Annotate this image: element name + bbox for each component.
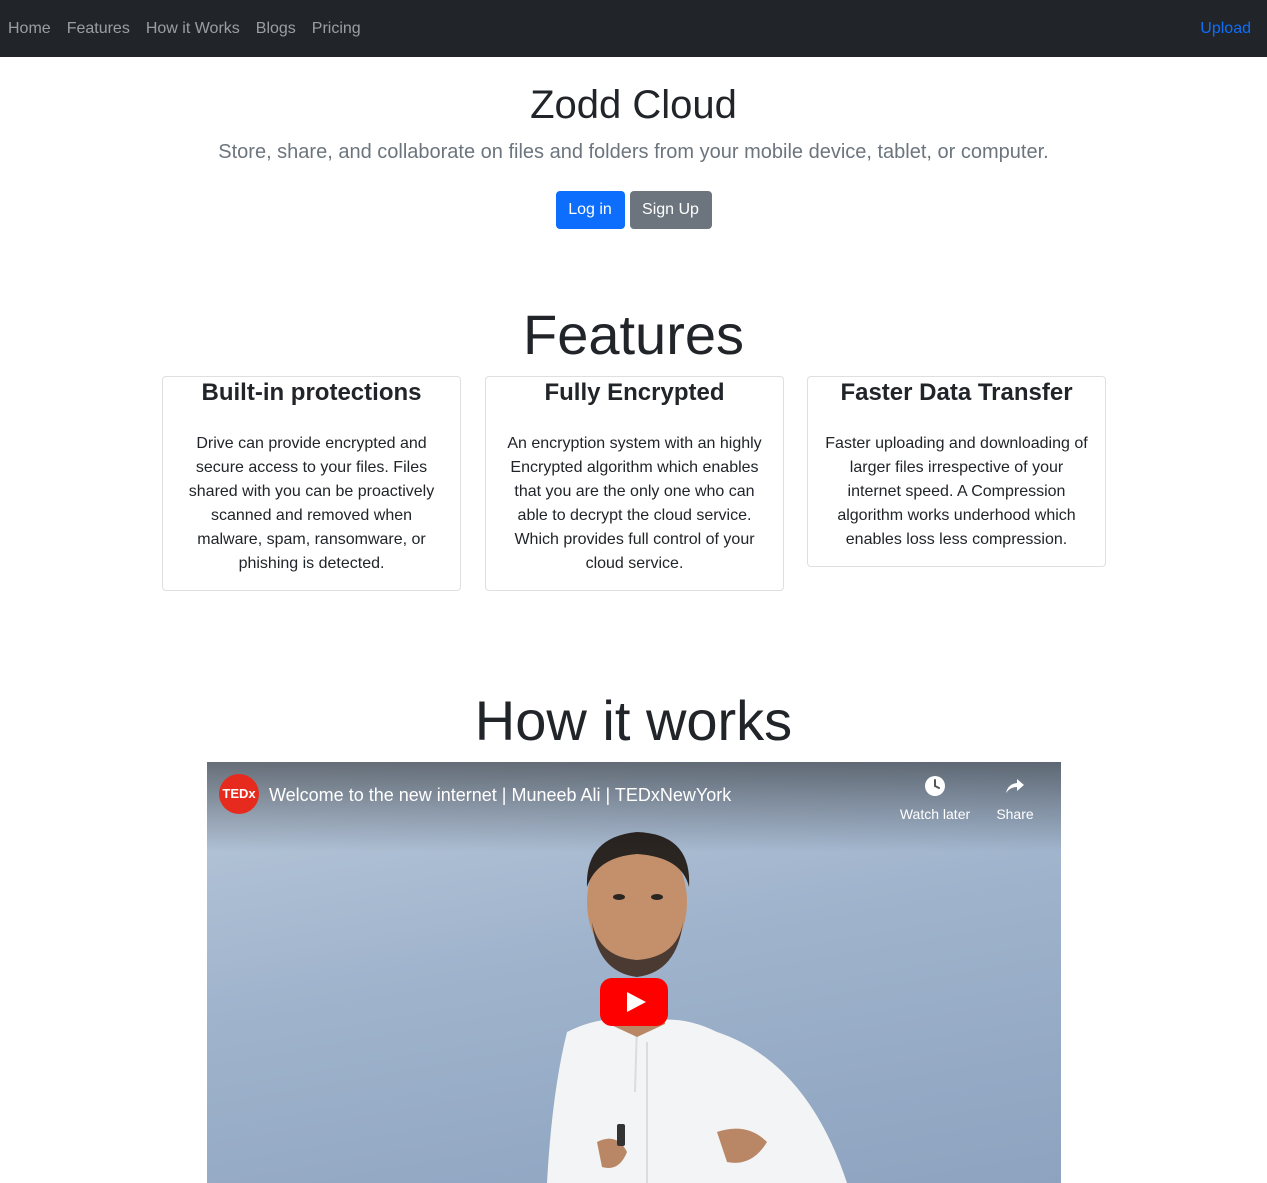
nav-link-features[interactable]: Features <box>67 20 130 38</box>
share-arrow-icon <box>1006 779 1024 793</box>
how-it-works-heading: How it works <box>474 689 793 752</box>
navbar: Home Features How it Works Blogs Pricing… <box>0 0 1267 57</box>
feature-card-title: Fully Encrypted <box>544 379 725 406</box>
feature-card-transfer: Faster Data Transfer Faster uploading an… <box>807 376 1106 567</box>
hero-lead: Store, share, and collaborate on files a… <box>218 141 1049 163</box>
video-title[interactable]: Welcome to the new internet | Muneeb Ali… <box>269 784 731 806</box>
watch-later-label: Watch later <box>899 806 971 822</box>
login-button[interactable]: Log in <box>555 191 625 229</box>
channel-logo[interactable]: TEDx <box>219 774 259 814</box>
feature-card-protections: Built-in protections Drive can provide e… <box>162 376 461 591</box>
share-label: Share <box>996 806 1034 822</box>
clock-icon <box>925 776 945 796</box>
nav-link-upload[interactable]: Upload <box>1200 0 1251 57</box>
features-heading: Features <box>523 303 744 366</box>
nav-link-pricing[interactable]: Pricing <box>312 20 361 38</box>
feature-card-text: Faster uploading and downloading of larg… <box>825 435 1088 548</box>
feature-card-title: Faster Data Transfer <box>840 379 1073 406</box>
feature-card-title: Built-in protections <box>201 379 422 406</box>
watch-later-button[interactable]: Watch later <box>895 774 975 822</box>
nav-link-home[interactable]: Home <box>8 20 51 38</box>
hero-buttons: Log in Sign Up <box>0 191 1267 229</box>
share-button[interactable]: Share <box>975 774 1055 822</box>
hero-title: Zodd Cloud <box>530 83 737 127</box>
nav-links: Home Features How it Works Blogs Pricing <box>8 0 377 57</box>
feature-card-encrypted: Fully Encrypted An encryption system wit… <box>485 376 784 591</box>
play-icon[interactable] <box>600 978 668 1026</box>
nav-link-how-it-works[interactable]: How it Works <box>146 20 240 38</box>
nav-link-blogs[interactable]: Blogs <box>256 20 296 38</box>
feature-card-text: Drive can provide encrypted and secure a… <box>188 435 435 572</box>
video-embed[interactable]: TEDx Welcome to the new internet | Munee… <box>207 762 1061 1183</box>
signup-button[interactable]: Sign Up <box>629 191 712 229</box>
feature-card-text: An encryption system with an highly Encr… <box>507 435 762 572</box>
